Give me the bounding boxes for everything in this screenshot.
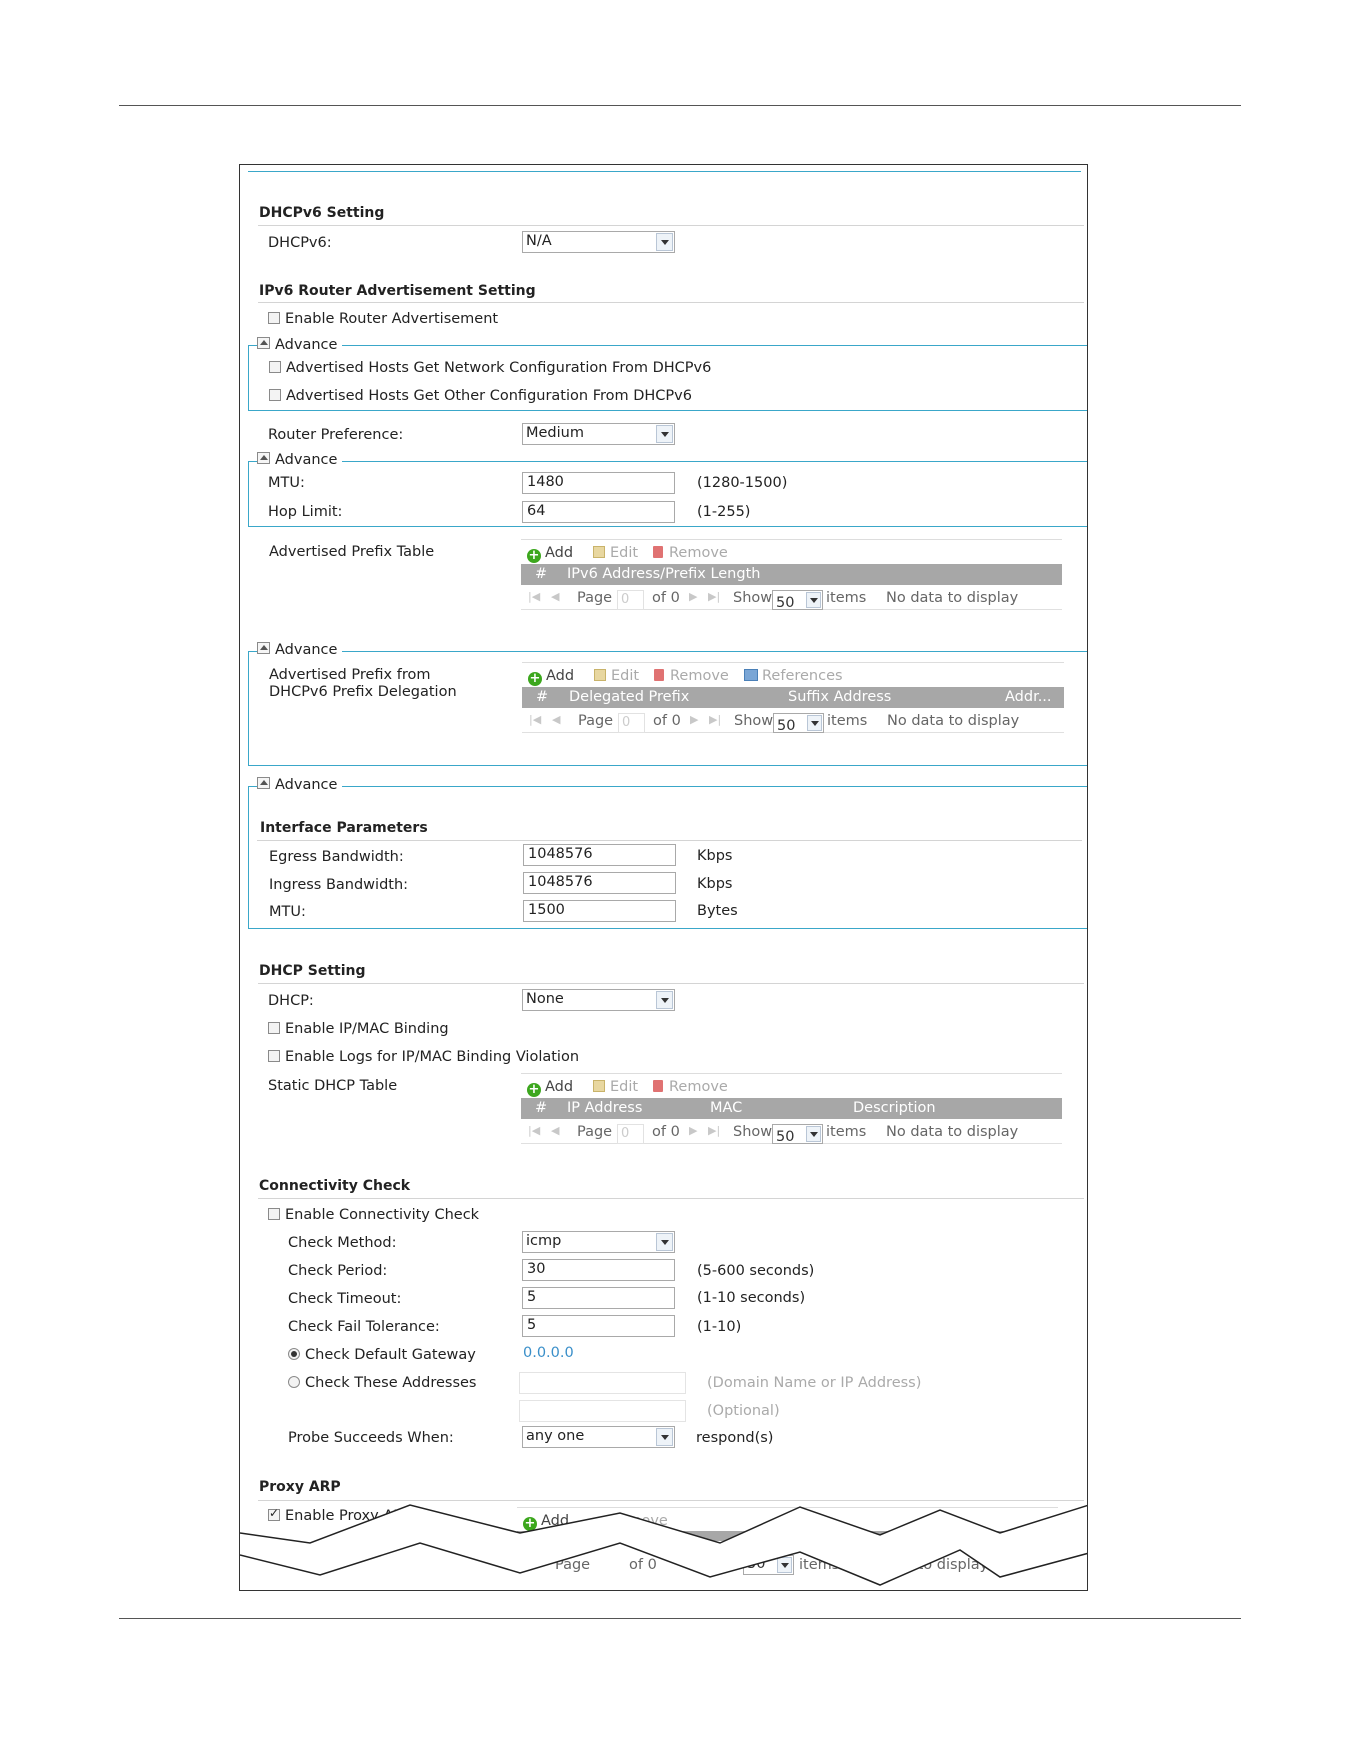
page-header-rule (119, 105, 1241, 106)
page-footer-rule (119, 1618, 1241, 1619)
torn-edge-graphic (240, 1504, 1087, 1586)
screenshot-frame: DHCPv6 Setting DHCPv6: N/A IPv6 Router A… (239, 164, 1088, 1591)
torn-edge-fill (240, 1505, 1087, 1585)
